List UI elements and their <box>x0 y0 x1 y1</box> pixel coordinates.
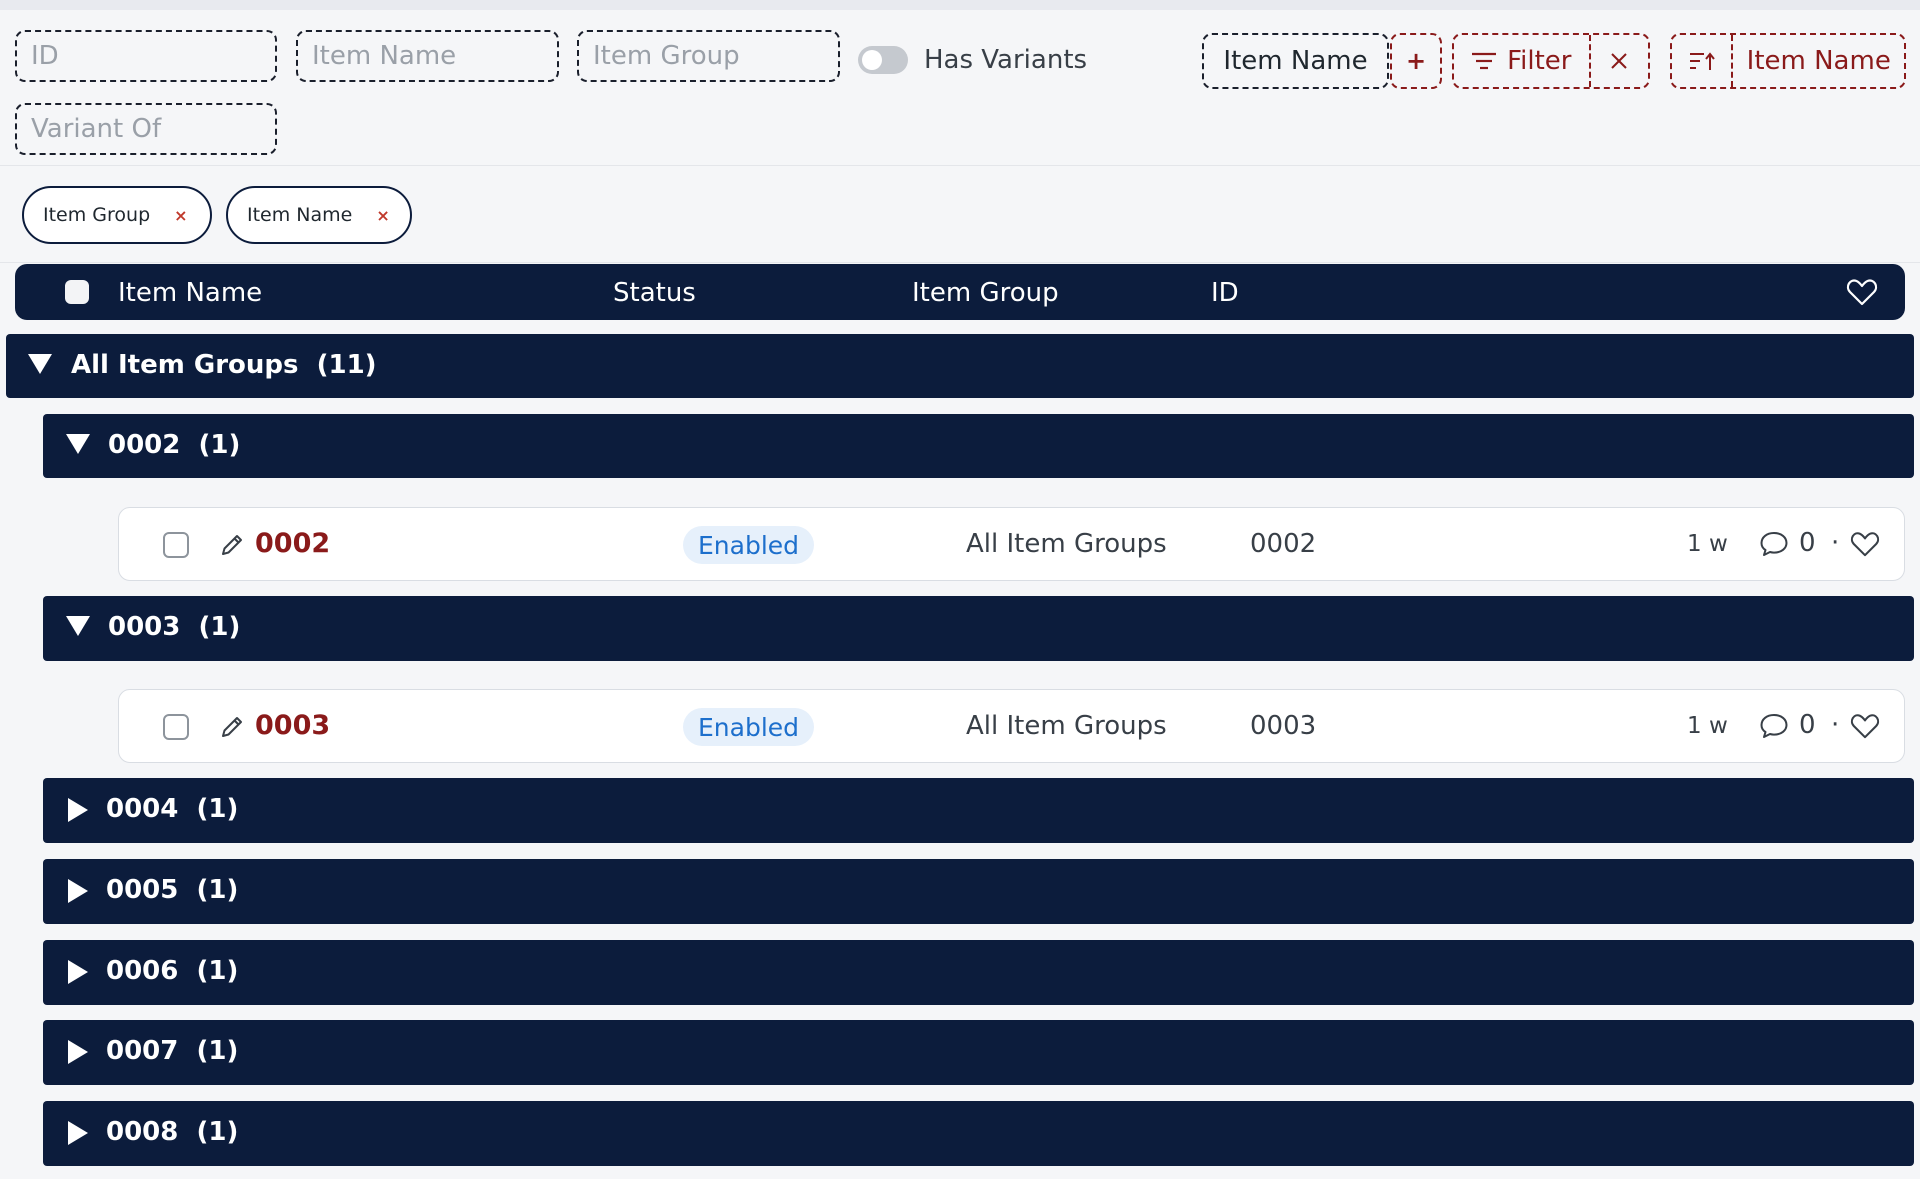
group-row[interactable]: 0003 (1) <box>43 596 1914 661</box>
heart-icon[interactable] <box>1846 277 1878 307</box>
filter-label: Filter <box>1507 46 1572 76</box>
collapse-triangle-icon <box>66 616 90 636</box>
status-badge: Enabled <box>683 708 815 746</box>
comment-icon[interactable] <box>1759 530 1789 558</box>
group-row-all-item-groups[interactable]: All Item Groups (11) <box>6 334 1914 398</box>
item-name-filter-input[interactable] <box>296 30 559 82</box>
item-group-cell: All Item Groups <box>966 711 1167 741</box>
column-header-item-name[interactable]: Item Name <box>118 278 262 308</box>
group-row[interactable]: 0004 (1) <box>43 778 1914 843</box>
toggle-knob <box>862 50 882 70</box>
id-cell: 0002 <box>1250 529 1317 559</box>
sort-order-button[interactable] <box>1672 35 1731 87</box>
collapse-triangle-icon <box>66 434 90 454</box>
group-label: 0005 (1) <box>106 875 239 905</box>
item-name-link[interactable]: 0002 <box>255 528 330 559</box>
chip-label: Item Group <box>43 204 151 226</box>
list-item[interactable]: 0003 Enabled All Item Groups 0003 1 w 0 … <box>118 689 1905 763</box>
item-group-filter-input[interactable] <box>577 30 840 82</box>
list-header: Item Name Status Item Group ID <box>15 264 1905 320</box>
list-item[interactable]: 0002 Enabled All Item Groups 0002 1 w 0 … <box>118 507 1905 581</box>
group-label: 0007 (1) <box>106 1036 239 1066</box>
group-label: 0008 (1) <box>106 1117 239 1147</box>
modified-age: 1 w <box>1687 713 1728 739</box>
chip-label: Item Name <box>247 204 353 226</box>
expand-triangle-icon <box>68 960 88 984</box>
chip-remove-icon[interactable]: × <box>376 206 389 225</box>
filter-area: Has Variants Item Name + Filter <box>0 10 1920 166</box>
group-row[interactable]: 0002 (1) <box>43 414 1914 478</box>
row-checkbox[interactable] <box>163 714 189 740</box>
modified-age: 1 w <box>1687 531 1728 557</box>
sort-control[interactable]: Item Name <box>1670 33 1906 89</box>
group-by-chip-item-name[interactable]: Item Name × <box>226 186 412 244</box>
sort-by-label: Item Name <box>1746 46 1891 76</box>
column-header-item-group[interactable]: Item Group <box>912 278 1059 308</box>
top-strip <box>0 0 1920 10</box>
filter-control[interactable]: Filter <box>1452 33 1650 89</box>
expand-triangle-icon <box>68 879 88 903</box>
group-by-select[interactable]: Item Name <box>1202 33 1389 89</box>
comment-count: 0 <box>1799 528 1816 558</box>
filter-lines-icon <box>1472 52 1497 70</box>
id-cell: 0003 <box>1250 711 1317 741</box>
group-label: 0004 (1) <box>106 794 239 824</box>
column-header-status[interactable]: Status <box>613 278 696 308</box>
group-row[interactable]: 0007 (1) <box>43 1020 1914 1085</box>
group-label: 0006 (1) <box>106 956 239 986</box>
pencil-icon[interactable] <box>219 532 245 558</box>
variant-of-filter-input[interactable] <box>15 103 277 155</box>
group-row[interactable]: 0006 (1) <box>43 940 1914 1005</box>
add-group-by-button[interactable]: + <box>1390 33 1442 89</box>
column-header-id[interactable]: ID <box>1211 278 1239 308</box>
separator-dot: · <box>1831 528 1840 558</box>
item-name-link[interactable]: 0003 <box>255 710 330 741</box>
add-icon: + <box>1405 47 1427 75</box>
expand-triangle-icon <box>68 1040 88 1064</box>
group-label: 0002 (1) <box>108 430 241 460</box>
heart-icon[interactable] <box>1850 530 1880 558</box>
id-filter-input[interactable] <box>15 30 277 82</box>
sort-by-button[interactable]: Item Name <box>1733 35 1904 87</box>
group-by-chip-item-group[interactable]: Item Group × <box>22 186 212 244</box>
close-icon <box>1611 53 1628 69</box>
collapse-triangle-icon <box>28 354 52 374</box>
separator-dot: · <box>1831 710 1840 740</box>
group-by-label: Item Name <box>1223 46 1368 76</box>
heart-icon[interactable] <box>1850 712 1880 740</box>
filter-button[interactable]: Filter <box>1454 35 1589 87</box>
divider <box>0 262 1920 263</box>
has-variants-toggle[interactable]: Has Variants <box>858 42 1087 78</box>
item-group-cell: All Item Groups <box>966 529 1167 559</box>
pencil-icon[interactable] <box>219 714 245 740</box>
status-badge: Enabled <box>683 526 815 564</box>
group-label: 0003 (1) <box>108 612 241 642</box>
has-variants-label: Has Variants <box>924 45 1088 75</box>
group-row[interactable]: 0005 (1) <box>43 859 1914 924</box>
group-label: All Item Groups (11) <box>71 350 377 380</box>
select-all-checkbox[interactable] <box>65 280 89 304</box>
comment-icon[interactable] <box>1759 712 1789 740</box>
group-row[interactable]: 0008 (1) <box>43 1101 1914 1166</box>
expand-triangle-icon <box>68 1121 88 1145</box>
comment-count: 0 <box>1799 710 1816 740</box>
clear-filter-button[interactable] <box>1591 35 1648 87</box>
toggle-switch[interactable] <box>858 46 908 74</box>
expand-triangle-icon <box>68 798 88 822</box>
sort-ascending-icon <box>1689 52 1715 70</box>
chip-remove-icon[interactable]: × <box>174 206 187 225</box>
row-checkbox[interactable] <box>163 532 189 558</box>
